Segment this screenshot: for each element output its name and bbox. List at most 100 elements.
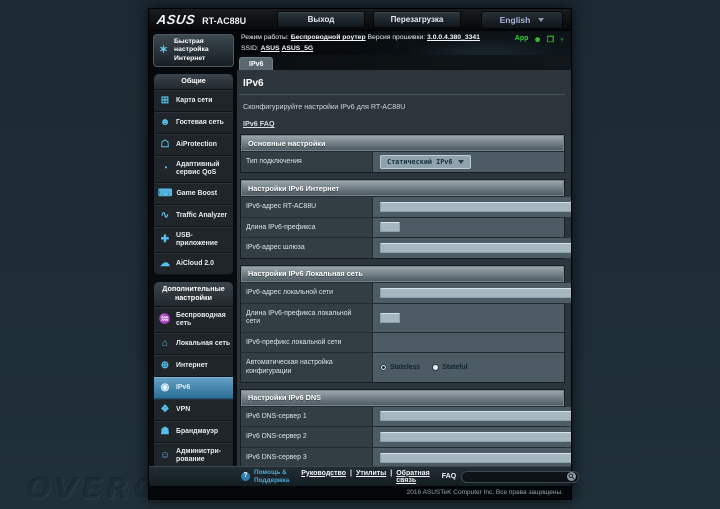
asus-logo: ASUS xyxy=(156,12,196,27)
help-label-line1: Помощь & xyxy=(254,469,287,476)
sidebar-item-adaptive-qos[interactable]: ◔ Адаптивный сервис QoS xyxy=(154,156,233,183)
sidebar-item-lan[interactable]: ⌂ Локальная сеть xyxy=(154,333,233,355)
section-header: Настройки IPv6 Интернет xyxy=(241,180,564,196)
sidebar: ✶ Быстрая настройка Интернет Общие ⊞ Кар… xyxy=(149,31,237,466)
connection-type-value: Статический IPv6 xyxy=(387,158,452,166)
search-icon[interactable] xyxy=(567,472,576,481)
chevron-down-icon xyxy=(538,18,544,22)
dns-server-3-input[interactable] xyxy=(380,453,571,463)
row-label: IPv6-префикс локальной сети xyxy=(241,333,373,353)
footer-bar: ? Помощь & Поддержка Руководство | Утили… xyxy=(149,466,571,486)
help-label-line2: Поддержка xyxy=(254,477,289,484)
row-label: Длина IPv6-префикса локальной сети xyxy=(241,304,373,332)
section-header: Настройки IPv6 DNS xyxy=(241,390,564,406)
sidebar-item-firewall[interactable]: ☗ Брандмауэр xyxy=(154,421,233,443)
app-link[interactable]: App xyxy=(515,35,529,42)
operation-mode-label: Режим работы: xyxy=(241,34,289,41)
sidebar-item-usb-application[interactable]: ✚ USB-приложение xyxy=(154,227,233,254)
sidebar-item-label: Карта сети xyxy=(176,97,213,105)
wifi-icon: ♒ xyxy=(158,314,172,326)
operation-mode-link[interactable]: Беспроводной роутер xyxy=(291,34,366,41)
table-row: IPv6-префикс локальной сети xyxy=(241,332,564,353)
tab-ipv6[interactable]: IPv6 xyxy=(239,57,273,70)
usb-icon[interactable]: ♆ xyxy=(559,35,565,44)
sidebar-group-title: Дополнительные настройки xyxy=(154,282,233,306)
row-label: Длина IPv6-префикса xyxy=(241,218,373,238)
tab-strip: IPv6 xyxy=(237,55,571,70)
sidebar-item-ipv6[interactable]: ◉ IPv6 xyxy=(154,377,233,399)
ssid-24g-link[interactable]: ASUS xyxy=(261,45,280,52)
ipv6-globe-icon: ◉ xyxy=(158,382,172,394)
chevron-down-icon xyxy=(458,160,464,164)
sidebar-group-title: Общие xyxy=(154,74,233,90)
section-header: Основные настройки xyxy=(241,135,564,151)
sidebar-item-quick-setup[interactable]: ✶ Быстрая настройка Интернет xyxy=(153,34,234,67)
sidebar-item-aicloud[interactable]: ☁ AiCloud 2.0 xyxy=(154,253,233,275)
sidebar-item-administration[interactable]: ☺ Администри- рование xyxy=(154,443,233,466)
sidebar-item-guest-network[interactable]: ☻ Гостевая сеть xyxy=(154,112,233,134)
sidebar-item-vpn[interactable]: ❖ VPN xyxy=(154,399,233,421)
sidebar-item-label: AiCloud 2.0 xyxy=(176,260,214,268)
shield-lock-icon: ☖ xyxy=(158,139,172,151)
radio-label: Stateless xyxy=(390,364,420,371)
ssid-5g-link[interactable]: ASUS_5G xyxy=(281,45,313,52)
reboot-button[interactable]: Перезагрузка xyxy=(373,11,461,28)
feedback-link[interactable]: Обратная связь xyxy=(396,470,430,484)
main-content: IPv6 Сконфигурируйте настройки IPv6 для … xyxy=(237,70,571,466)
printer-icon[interactable]: ❐ xyxy=(547,35,554,44)
firmware-version-link[interactable]: 3.0.0.4.380_3341 xyxy=(427,34,480,41)
sidebar-item-label: Брандмауэр xyxy=(176,428,218,436)
sidebar-item-label: VPN xyxy=(176,406,190,414)
puzzle-icon: ✚ xyxy=(158,234,172,246)
cloud-icon: ☁ xyxy=(158,258,172,270)
help-support-link[interactable]: ? Помощь & Поддержка xyxy=(241,469,289,484)
vpn-icon: ❖ xyxy=(158,404,172,416)
traffic-chart-icon: ∿ xyxy=(158,210,172,222)
manual-link[interactable]: Руководство xyxy=(301,470,346,484)
sidebar-item-game-boost[interactable]: ⌨ Game Boost xyxy=(154,183,233,205)
ipv6-gateway-input[interactable] xyxy=(380,243,571,253)
radio-button-icon xyxy=(432,364,439,371)
page-title: IPv6 xyxy=(239,72,565,95)
table-row: Длина IPv6-префикса xyxy=(241,217,564,238)
sidebar-item-wan[interactable]: ⊕ Интернет xyxy=(154,355,233,377)
logout-button[interactable]: Выход xyxy=(277,11,365,28)
table-row: IPv6-адрес шлюза xyxy=(241,237,564,258)
row-label: IPv6 DNS-сервер 1 xyxy=(241,407,373,427)
ipv6-address-input[interactable] xyxy=(380,202,571,212)
table-row: Автоматическая настройка конфигурации St… xyxy=(241,352,564,381)
guest-network-icon: ☻ xyxy=(158,117,172,129)
row-label: Автоматическая настройка конфигурации xyxy=(241,353,373,381)
radio-stateful[interactable]: Stateful xyxy=(432,364,467,371)
faq-search-input[interactable] xyxy=(461,471,579,483)
ipv6-prefix-length-input[interactable] xyxy=(380,222,400,232)
gauge-icon: ◔ xyxy=(158,163,172,175)
connection-type-select[interactable]: Статический IPv6 xyxy=(380,155,471,169)
language-select[interactable]: English xyxy=(481,11,563,29)
faq-label: FAQ xyxy=(442,473,456,480)
lan-prefix-readonly-value xyxy=(373,333,564,353)
quick-setup-label: Быстрая настройка Интернет xyxy=(174,38,231,63)
brand-area: ASUS RT-AC88U xyxy=(157,12,269,27)
section-ipv6-dns: Настройки IPv6 DNS IPv6 DNS-сервер 1 IPv… xyxy=(240,389,565,466)
lan-ipv6-address-input[interactable] xyxy=(380,288,571,298)
clients-icon[interactable]: ☻ xyxy=(533,35,541,44)
utilities-link[interactable]: Утилиты xyxy=(356,470,386,484)
radio-stateless[interactable]: Stateless xyxy=(380,364,420,371)
home-icon: ⌂ xyxy=(158,338,172,350)
separator: | xyxy=(350,470,352,484)
sidebar-item-traffic-analyzer[interactable]: ∿ Traffic Analyzer xyxy=(154,205,233,227)
sidebar-item-network-map[interactable]: ⊞ Карта сети xyxy=(154,90,233,112)
lan-prefix-length-input[interactable] xyxy=(380,313,400,323)
dns-server-1-input[interactable] xyxy=(380,411,571,421)
sidebar-item-wireless[interactable]: ♒ Беспроводная сеть xyxy=(154,307,233,334)
auto-config-radio-group: Stateless Stateful xyxy=(380,364,468,371)
sidebar-item-label: Адаптивный сервис QoS xyxy=(176,161,231,178)
magic-wand-icon: ✶ xyxy=(156,44,171,58)
sidebar-item-aiprotection[interactable]: ☖ AiProtection xyxy=(154,134,233,156)
router-admin-window: ASUS RT-AC88U Выход Перезагрузка English… xyxy=(148,8,572,500)
table-row: IPv6 DNS-сервер 3 xyxy=(241,447,564,466)
sidebar-group-general: Общие ⊞ Карта сети ☻ Гостевая сеть ☖ AiP… xyxy=(153,73,234,276)
dns-server-2-input[interactable] xyxy=(380,432,571,442)
ipv6-faq-link[interactable]: IPv6 FAQ xyxy=(239,119,279,134)
